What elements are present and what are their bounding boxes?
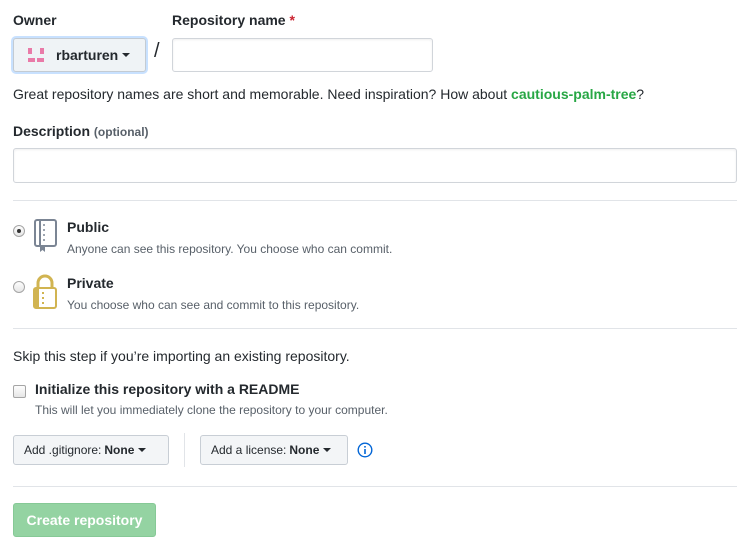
private-radio[interactable] [13, 281, 25, 293]
chevron-down-icon [323, 448, 332, 452]
skip-step-text: Skip this step if you’re importing an ex… [13, 348, 350, 364]
description-label: Description (optional) [13, 123, 149, 139]
repo-name-input[interactable] [172, 38, 433, 72]
lock-icon [33, 274, 57, 309]
readme-note: This will let you immediately clone the … [35, 403, 388, 417]
license-dropdown[interactable]: Add a license: None [200, 435, 348, 465]
gitignore-dropdown[interactable]: Add .gitignore: None [13, 435, 169, 465]
readme-label[interactable]: Initialize this repository with a README [35, 381, 299, 397]
repo-book-icon [34, 219, 57, 252]
license-label: Add a license: [211, 443, 287, 457]
info-icon[interactable] [357, 442, 373, 458]
chevron-down-icon [138, 448, 147, 452]
repo-name-hint: Great repository names are short and mem… [13, 86, 644, 102]
optional-tag: (optional) [93, 125, 149, 139]
hint-prefix: Great repository names are short and mem… [13, 86, 512, 102]
owner-separator: / [154, 40, 160, 62]
public-note: Anyone can see this repository. You choo… [67, 242, 393, 256]
dropdown-divider [184, 433, 185, 467]
readme-checkbox[interactable] [13, 385, 26, 398]
public-radio[interactable] [13, 225, 25, 237]
license-value: None [289, 443, 320, 457]
name-suggestion-link[interactable]: cautious-palm-tree [511, 86, 636, 102]
gitignore-label: Add .gitignore: [24, 443, 102, 457]
divider [13, 328, 737, 329]
chevron-down-icon [122, 53, 131, 57]
gitignore-value: None [104, 443, 135, 457]
required-mark: * [289, 12, 295, 28]
repo-name-label: Repository name * [172, 12, 295, 28]
divider [13, 200, 737, 201]
owner-avatar-icon [28, 46, 48, 64]
repo-name-label-text: Repository name [172, 12, 286, 28]
divider [13, 486, 737, 487]
description-label-text: Description [13, 123, 91, 139]
owner-name: rbarturen [56, 47, 119, 63]
hint-suffix: ? [636, 86, 645, 102]
private-title: Private [67, 275, 114, 291]
owner-label: Owner [13, 12, 57, 28]
description-input[interactable] [13, 148, 737, 183]
private-note: You choose who can see and commit to thi… [67, 298, 360, 312]
public-title: Public [67, 219, 110, 235]
owner-dropdown[interactable]: rbarturen [13, 38, 146, 72]
